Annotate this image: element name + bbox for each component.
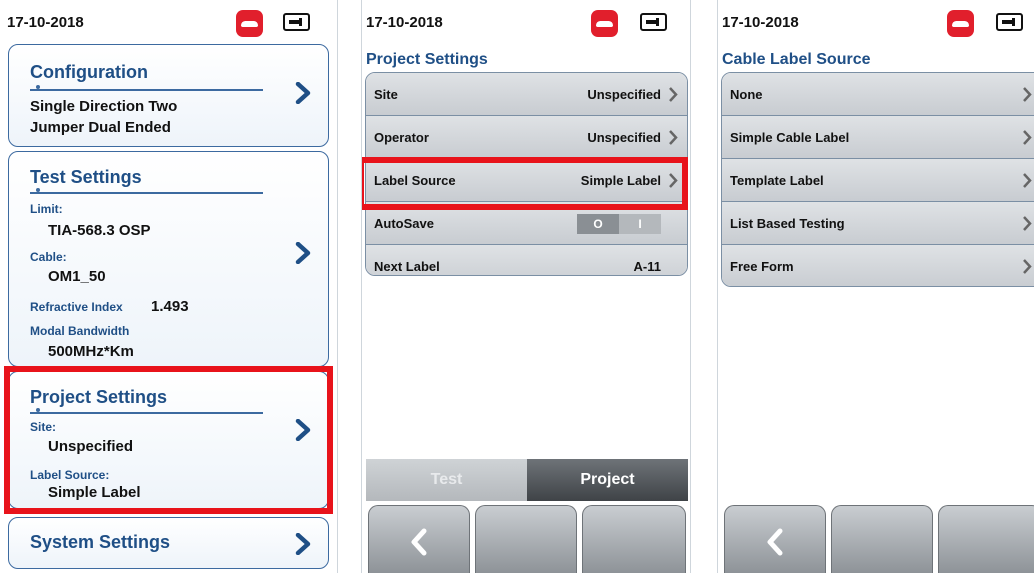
status-bar: 17-10-2018 xyxy=(362,0,690,40)
cable-label-source-screen: 17-10-2018 Cable Label Source None Simpl… xyxy=(717,0,1034,573)
phone-hangup-icon[interactable] xyxy=(591,10,618,37)
test-settings-card[interactable]: Test Settings Limit: TIA-568.3 OSP Cable… xyxy=(8,151,329,367)
highlight-box xyxy=(4,366,333,514)
chevron-right-icon xyxy=(295,242,311,264)
list-item-option[interactable]: Free Form xyxy=(722,245,1034,286)
card-title: Test Settings xyxy=(30,167,142,187)
tab-bar: Test Project xyxy=(366,459,688,501)
config-line-1: Single Direction Two xyxy=(30,98,178,115)
chevron-right-icon xyxy=(669,87,678,102)
chevron-right-icon xyxy=(295,82,311,104)
back-button[interactable] xyxy=(724,505,826,573)
system-settings-card[interactable]: System Settings xyxy=(8,517,329,569)
row-label: Operator xyxy=(374,130,429,145)
softkey-3[interactable] xyxy=(582,505,686,573)
toggle-knob: O xyxy=(577,214,619,234)
battery-icon xyxy=(996,13,1023,31)
refractive-index-value: 1.493 xyxy=(151,298,189,315)
row-label: Site xyxy=(374,87,398,102)
option-label: None xyxy=(730,87,763,102)
back-arrow-icon xyxy=(767,528,783,556)
chevron-right-icon xyxy=(669,130,678,145)
divider xyxy=(30,85,263,91)
date-label: 17-10-2018 xyxy=(722,14,799,31)
list-item-operator[interactable]: Operator Unspecified xyxy=(366,116,687,159)
options-list: None Simple Cable Label Template Label L… xyxy=(721,72,1034,287)
modal-bandwidth-value: 500MHz*Km xyxy=(48,343,134,360)
phone-hangup-icon[interactable] xyxy=(236,10,263,37)
list-item-option[interactable]: Template Label xyxy=(722,159,1034,202)
chevron-right-icon xyxy=(1023,130,1032,145)
limit-value: TIA-568.3 OSP xyxy=(48,222,151,239)
option-label: Template Label xyxy=(730,173,824,188)
battery-icon xyxy=(640,13,667,31)
chevron-right-icon xyxy=(1023,216,1032,231)
cable-label: Cable: xyxy=(30,250,67,264)
refractive-index-label: Refractive Index xyxy=(30,300,123,314)
page-title: Project Settings xyxy=(366,51,488,68)
back-arrow-icon xyxy=(411,528,427,556)
tab-test[interactable]: Test xyxy=(366,459,527,501)
row-label: AutoSave xyxy=(374,216,434,231)
option-label: List Based Testing xyxy=(730,216,845,231)
chevron-right-icon xyxy=(1023,259,1032,274)
status-bar: 17-10-2018 xyxy=(0,0,337,40)
configuration-card[interactable]: Configuration Single Direction Two Jumpe… xyxy=(8,44,329,147)
main-settings-screen: 17-10-2018 Configuration Single Directio… xyxy=(0,0,338,573)
softkey-3[interactable] xyxy=(938,505,1034,573)
softkey-2[interactable] xyxy=(831,505,933,573)
phone-hangup-icon[interactable] xyxy=(947,10,974,37)
date-label: 17-10-2018 xyxy=(7,14,84,31)
back-button[interactable] xyxy=(368,505,470,573)
toggle-off-label: I xyxy=(638,217,642,231)
row-label: Next Label xyxy=(374,259,440,274)
row-value: Unspecified xyxy=(587,130,661,145)
list-item-next-label[interactable]: Next Label A-11 xyxy=(366,245,687,275)
chevron-right-icon xyxy=(1023,87,1032,102)
status-bar: 17-10-2018 xyxy=(718,0,1034,40)
highlight-box xyxy=(362,157,688,210)
chevron-right-icon xyxy=(1023,173,1032,188)
date-label: 17-10-2018 xyxy=(366,14,443,31)
row-value: A-11 xyxy=(633,259,661,274)
card-title: Configuration xyxy=(30,62,148,82)
tab-project[interactable]: Project xyxy=(527,459,688,501)
list-item-option[interactable]: List Based Testing xyxy=(722,202,1034,245)
option-label: Simple Cable Label xyxy=(730,130,850,145)
battery-icon xyxy=(283,13,310,31)
option-label: Free Form xyxy=(730,259,794,274)
project-settings-screen: 17-10-2018 Project Settings Site Unspeci… xyxy=(361,0,691,573)
row-value: Unspecified xyxy=(587,87,661,102)
list-item-site[interactable]: Site Unspecified xyxy=(366,73,687,116)
page-title: Cable Label Source xyxy=(722,51,871,68)
modal-bandwidth-label: Modal Bandwidth xyxy=(30,324,130,338)
list-item-option[interactable]: None xyxy=(722,73,1034,116)
chevron-right-icon xyxy=(295,533,311,555)
cable-value: OM1_50 xyxy=(48,268,106,285)
divider xyxy=(30,188,263,194)
autosave-toggle[interactable]: O I xyxy=(577,214,661,234)
card-title: System Settings xyxy=(30,532,171,552)
limit-label: Limit: xyxy=(30,202,63,216)
softkey-2[interactable] xyxy=(475,505,577,573)
list-item-option[interactable]: Simple Cable Label xyxy=(722,116,1034,159)
config-line-2: Jumper Dual Ended xyxy=(30,119,171,136)
